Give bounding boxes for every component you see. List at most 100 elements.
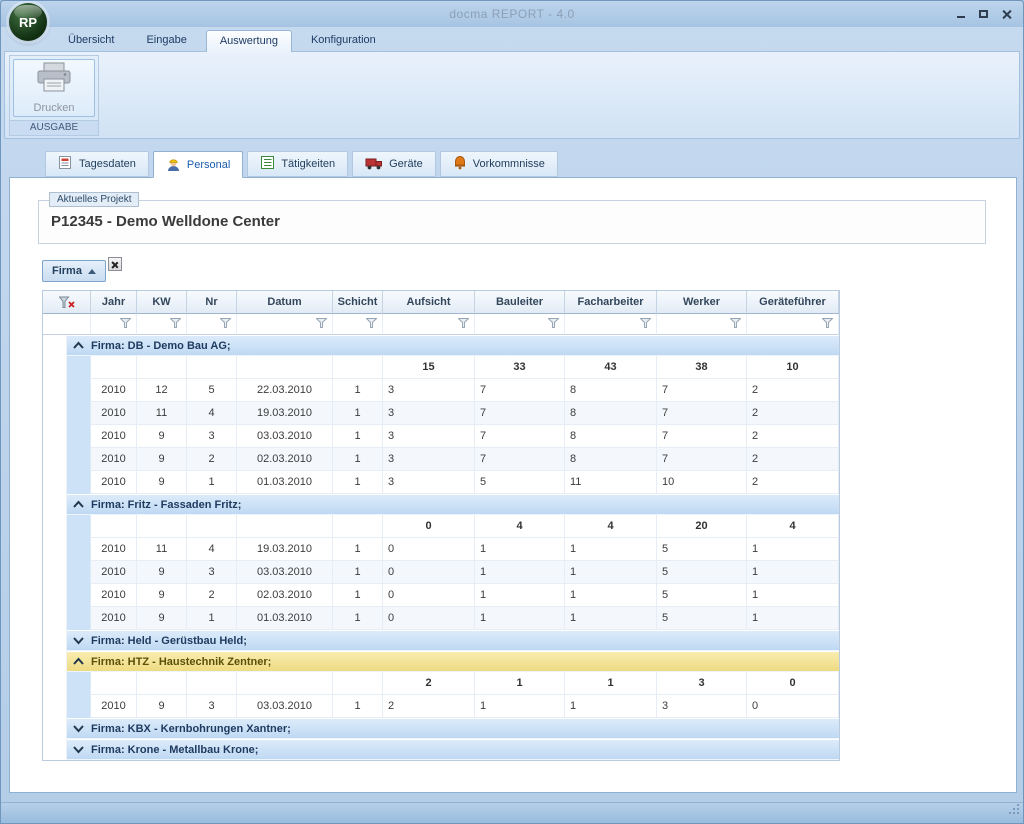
- cell-bauleiter: 1: [475, 538, 565, 561]
- cell-aufsicht: 3: [383, 379, 475, 402]
- filter-funnel-icon[interactable]: [316, 318, 327, 331]
- filter-funnel-icon[interactable]: [170, 318, 181, 331]
- column-header-jahr[interactable]: Jahr: [91, 291, 137, 314]
- column-header-geraetefuehrer[interactable]: Geräteführer: [747, 291, 839, 314]
- cell-jahr: 2010: [91, 584, 137, 607]
- maximize-button[interactable]: [975, 6, 992, 21]
- filter-lead-cell: [43, 314, 91, 335]
- group-band[interactable]: Firma: Krone - Metallbau Krone;: [67, 739, 839, 760]
- ribbon-tab-eingabe[interactable]: Eingabe: [133, 30, 199, 51]
- column-header-aufsicht[interactable]: Aufsicht: [383, 291, 475, 314]
- expand-group-icon[interactable]: [72, 745, 85, 754]
- table-row[interactable]: 20109202.03.2010137872: [43, 448, 839, 471]
- minimize-button[interactable]: [952, 6, 969, 21]
- clear-filter-icon[interactable]: [43, 291, 91, 314]
- table-row[interactable]: 20109101.03.2010101151: [43, 607, 839, 630]
- column-header-bauleiter[interactable]: Bauleiter: [475, 291, 565, 314]
- print-button[interactable]: Drucken: [13, 59, 95, 117]
- group-band[interactable]: Firma: Held - Gerüstbau Held;: [67, 630, 839, 651]
- collapse-group-icon[interactable]: [72, 341, 85, 350]
- expand-group-icon[interactable]: [72, 636, 85, 645]
- group-indent: [67, 379, 91, 402]
- filter-funnel-icon[interactable]: [220, 318, 231, 331]
- close-button[interactable]: [998, 6, 1015, 21]
- filter-funnel-icon[interactable]: [548, 318, 559, 331]
- group-row[interactable]: Firma: Krone - Metallbau Krone;: [43, 739, 839, 760]
- ribbon-tab-auswertung[interactable]: Auswertung: [206, 30, 292, 52]
- column-header-facharbeiter[interactable]: Facharbeiter: [565, 291, 657, 314]
- filter-funnel-icon[interactable]: [366, 318, 377, 331]
- tab-tagesdaten[interactable]: Tagesdaten: [45, 151, 149, 177]
- filter-cell-nr[interactable]: [187, 314, 237, 335]
- group-band[interactable]: Firma: Fritz - Fassaden Fritz;: [67, 494, 839, 515]
- cell-bauleiter: 1: [475, 561, 565, 584]
- cell-werker: 7: [657, 448, 747, 471]
- column-header-datum[interactable]: Datum: [237, 291, 333, 314]
- summary-cell-aufsicht: 15: [383, 356, 475, 379]
- collapse-group-icon[interactable]: [72, 657, 85, 666]
- geraete-icon: [365, 156, 383, 173]
- filter-funnel-icon[interactable]: [120, 318, 131, 331]
- filter-funnel-icon[interactable]: [730, 318, 741, 331]
- table-row[interactable]: 20109101.03.201013511102: [43, 471, 839, 494]
- filter-cell-aufsicht[interactable]: [383, 314, 475, 335]
- table-row[interactable]: 20109202.03.2010101151: [43, 584, 839, 607]
- tab-vorkommnisse[interactable]: Vorkommnisse: [440, 151, 558, 177]
- filter-cell-bauleiter[interactable]: [475, 314, 565, 335]
- group-row[interactable]: Firma: KBX - Kernbohrungen Xantner;: [43, 718, 839, 739]
- group-band[interactable]: Firma: KBX - Kernbohrungen Xantner;: [67, 718, 839, 739]
- filter-cell-datum[interactable]: [237, 314, 333, 335]
- collapse-group-icon[interactable]: [72, 500, 85, 509]
- table-row[interactable]: 20109303.03.2010121130: [43, 695, 839, 718]
- row-indicator: [43, 739, 67, 760]
- tab-personal[interactable]: Personal: [153, 151, 243, 178]
- group-band[interactable]: Firma: HTZ - Haustechnik Zentner;: [67, 651, 839, 672]
- group-band[interactable]: Firma: DB - Demo Bau AG;: [67, 335, 839, 356]
- remove-group-button[interactable]: [108, 257, 122, 271]
- table-row[interactable]: 201012522.03.2010137872: [43, 379, 839, 402]
- filter-cell-jahr[interactable]: [91, 314, 137, 335]
- group-label: Firma: DB - Demo Bau AG;: [91, 340, 231, 352]
- group-row[interactable]: Firma: Fritz - Fassaden Fritz;: [43, 494, 839, 515]
- table-row[interactable]: 201011419.03.2010101151: [43, 538, 839, 561]
- cell-bauleiter: 1: [475, 607, 565, 630]
- group-chip-firma[interactable]: Firma: [42, 260, 106, 282]
- group-row[interactable]: Firma: HTZ - Haustechnik Zentner;: [43, 651, 839, 672]
- cell-facharbeiter: 1: [565, 607, 657, 630]
- filter-funnel-icon[interactable]: [640, 318, 651, 331]
- app-logo[interactable]: RP: [9, 3, 47, 41]
- cell-nr: 3: [187, 695, 237, 718]
- filter-funnel-icon[interactable]: [822, 318, 833, 331]
- cell-kw: 9: [137, 695, 187, 718]
- title-bar[interactable]: docma REPORT - 4.0: [1, 1, 1023, 27]
- ribbon-tab-konfiguration[interactable]: Konfiguration: [298, 30, 389, 51]
- column-header-kw[interactable]: KW: [137, 291, 187, 314]
- filter-cell-schicht[interactable]: [333, 314, 383, 335]
- summary-empty-cell: [333, 672, 383, 695]
- resize-grip[interactable]: [1008, 802, 1020, 820]
- filter-cell-kw[interactable]: [137, 314, 187, 335]
- column-header-werker[interactable]: Werker: [657, 291, 747, 314]
- tab-taetigkeiten[interactable]: Tätigkeiten: [247, 151, 348, 177]
- cell-datum: 19.03.2010: [237, 538, 333, 561]
- cell-bauleiter: 1: [475, 584, 565, 607]
- table-row[interactable]: 20109303.03.2010101151: [43, 561, 839, 584]
- column-header-nr[interactable]: Nr: [187, 291, 237, 314]
- ribbon-tab-uebersicht[interactable]: Übersicht: [55, 30, 127, 51]
- sort-ascending-icon: [88, 269, 96, 274]
- expand-group-icon[interactable]: [72, 724, 85, 733]
- filter-cell-facharbeiter[interactable]: [565, 314, 657, 335]
- filter-funnel-icon[interactable]: [458, 318, 469, 331]
- table-row[interactable]: 20109303.03.2010137872: [43, 425, 839, 448]
- cell-kw: 9: [137, 607, 187, 630]
- column-header-schicht[interactable]: Schicht: [333, 291, 383, 314]
- filter-cell-werker[interactable]: [657, 314, 747, 335]
- summary-cell-bauleiter: 4: [475, 515, 565, 538]
- filter-cell-geraetefuehrer[interactable]: [747, 314, 839, 335]
- cell-kw: 11: [137, 538, 187, 561]
- tab-geraete[interactable]: Geräte: [352, 151, 436, 177]
- summary-empty-cell: [91, 515, 137, 538]
- table-row[interactable]: 201011419.03.2010137872: [43, 402, 839, 425]
- group-row[interactable]: Firma: DB - Demo Bau AG;: [43, 335, 839, 356]
- group-row[interactable]: Firma: Held - Gerüstbau Held;: [43, 630, 839, 651]
